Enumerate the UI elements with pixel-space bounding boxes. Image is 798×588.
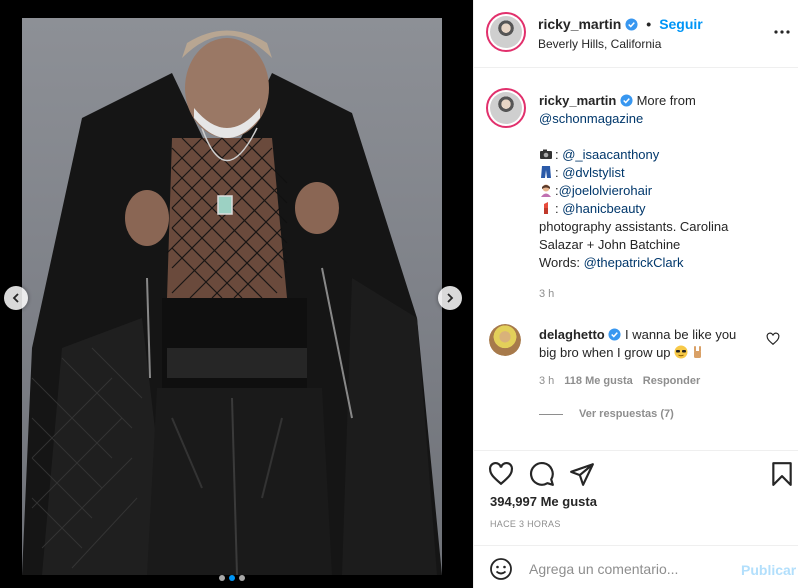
post-timestamp[interactable]: HACE 3 HORAS [490,519,561,529]
post-header: ricky_martin • Seguir Beverly Hills, Cal… [474,0,798,68]
share-paper-plane-icon[interactable] [569,461,595,487]
mention-link[interactable]: @_isaacanthony [562,147,659,162]
verified-badge-icon [620,94,633,107]
caption-username[interactable]: ricky_martin [539,93,616,108]
author-username[interactable]: ricky_martin [538,16,621,32]
follow-button[interactable]: Seguir [659,16,703,32]
jeans-icon [541,166,551,178]
publish-button[interactable]: Publicar [741,562,796,578]
post-photo[interactable] [22,18,442,575]
hairdresser-icon [541,184,551,197]
comment-likes-count[interactable]: 118 Me gusta [564,375,632,387]
verified-badge-icon [625,17,638,31]
emoji-icon[interactable] [489,557,513,581]
post-location[interactable]: Beverly Hills, California [538,37,661,51]
reply-button[interactable]: Responder [643,375,700,387]
verified-badge-icon [608,328,621,341]
caption-assistants-1: photography assistants. Carolina [539,219,729,234]
mention-link[interactable]: @joelolvierohair [559,183,652,198]
separator-dot: • [646,16,652,32]
chevron-left-icon [12,293,19,303]
comment-text-line1: I wanna be like you [624,327,737,342]
view-replies-label: Ver respuestas (7) [579,408,674,420]
commenter-username[interactable]: delaghetto [539,327,605,342]
lipstick-icon [544,202,548,214]
media-pane [0,0,473,588]
mention-link[interactable]: @schonmagazine [539,111,643,126]
rock-hand-icon [694,346,702,358]
mention-link[interactable]: @hanicbeauty [562,201,645,216]
camera-icon [540,149,552,159]
comment-input[interactable] [529,558,729,580]
likes-count[interactable]: 394,997 Me gusta [490,494,597,509]
carousel-indicator [219,575,245,581]
comment-bubble-icon[interactable] [529,461,555,487]
caption-intro: More from [636,93,696,108]
caption-avatar[interactable] [486,88,526,128]
like-heart-icon[interactable] [488,461,514,487]
mention-link[interactable]: @dvlstylist [562,165,624,180]
header-user-row: ricky_martin • Seguir [538,16,703,32]
comment-meta: 3 h 118 Me gusta Responder [539,375,700,387]
more-options-icon[interactable] [772,22,792,42]
words-label: Words: [539,255,580,270]
photo-illustration [22,30,442,575]
caption-timestamp[interactable]: 3 h [539,288,554,300]
carousel-dot-active [229,575,235,581]
comment-text: delaghetto I wanna be like you big bro w… [539,326,759,362]
caption-assistants-2: Salazar + John Batchine [539,237,681,252]
commenter-avatar[interactable] [489,324,521,356]
author-avatar[interactable] [486,12,526,52]
caption-text: ricky_martin More from @schonmagazine : … [539,92,779,272]
add-comment-bar: Publicar [474,545,798,588]
save-bookmark-icon[interactable] [769,461,795,487]
mention-link[interactable]: @thepatrickClark [584,255,684,270]
sunglasses-face-icon [674,345,688,359]
post-side-panel: ricky_martin • Seguir Beverly Hills, Cal… [473,0,798,588]
next-slide-button[interactable] [438,286,462,310]
chevron-right-icon [447,293,454,303]
comment-text-line2: big bro when I grow up [539,345,671,360]
action-bar [474,450,798,495]
carousel-dot [219,575,225,581]
comment-like-heart-icon[interactable] [766,332,780,346]
comment-timestamp[interactable]: 3 h [539,375,554,387]
replies-divider [539,413,563,415]
view-replies-button[interactable]: Ver respuestas (7) [539,408,674,420]
carousel-dot [239,575,245,581]
previous-slide-button[interactable] [4,286,28,310]
